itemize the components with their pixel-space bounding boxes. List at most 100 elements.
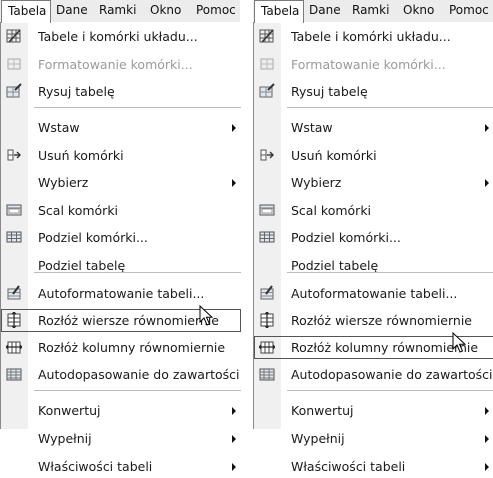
submenu-arrow-icon [232,407,236,415]
menubar-tabela[interactable]: Tabela [1,0,51,23]
autofit-icon [6,366,22,382]
menu-separator [287,107,493,108]
menu-item-label: Wstaw [38,120,80,135]
menu-item-autodopasowanie-do-zawartosci[interactable]: Autodopasowanie do zawartości [254,363,493,386]
menu-item-label: Konwertuj [291,403,354,418]
menu-item-rozloz-wiersze-rownomiernie[interactable]: Rozłóż wiersze równomiernie [254,309,493,332]
draw-table-icon [6,83,22,99]
menu-separator [34,390,241,391]
menu-item-wlasciwosci-tabeli[interactable]: Właściwości tabeli [1,455,241,478]
menu-item-wstaw[interactable]: Wstaw [254,116,493,139]
menu-item-label: Usuń komórki [38,148,124,163]
split-cells-icon [6,229,22,245]
menubar-pomoc[interactable]: Pomoc [196,0,236,21]
cell-format-icon [6,56,22,72]
menu-item-rysuj-tabele[interactable]: Rysuj tabelę [1,80,241,103]
menu-item-rozloz-kolumny-rownomiernie[interactable]: Rozłóż kolumny równomiernie [254,331,493,359]
menu-item-label: Konwertuj [38,403,101,418]
menu-item-formatowanie-komorki: Formatowanie komórki... [254,53,493,76]
menu-item-formatowanie-komorki: Formatowanie komórki... [1,53,241,76]
menu-item-label: Wypełnij [38,431,92,446]
menu-item-wypelnij[interactable]: Wypełnij [254,427,493,450]
mouse-pointer-icon [199,304,214,327]
submenu-arrow-icon [485,124,489,132]
submenu-arrow-icon [485,435,489,443]
menu-item-label: Podziel komórki... [291,230,401,245]
menu-item-label: Wstaw [291,120,333,135]
menu-separator [34,107,241,108]
tabela-dropdown-menu: Tabele i komórki układu... Formatowanie k… [253,22,493,474]
menu-item-tabele-i-komorki-ukladu[interactable]: Tabele i komórki układu... [254,25,493,48]
menu-item-label: Wypełnij [291,431,345,446]
menu-item-label: Autoformatowanie tabeli... [38,286,205,301]
menu-item-label: Rozłóż wiersze równomiernie [38,313,219,328]
menu-item-usun-komorki[interactable]: Usuń komórki [254,144,493,167]
autoformat-icon [259,285,275,301]
menu-item-usun-komorki[interactable]: Usuń komórki [1,144,241,167]
menu-item-rozloz-kolumny-rownomiernie[interactable]: Rozłóż kolumny równomiernie [1,336,241,359]
menu-item-label: Formatowanie komórki... [291,57,446,72]
menu-separator [287,272,493,273]
menu-item-rozloz-wiersze-rownomiernie[interactable]: Rozłóż wiersze równomiernie [1,304,241,332]
menu-item-label: Wybierz [291,175,342,190]
menu-item-label: Tabele i komórki układu... [291,29,451,44]
menu-item-wlasciwosci-tabeli[interactable]: Właściwości tabeli [254,455,493,478]
menu-item-label: Podziel tabelę [38,258,126,273]
menubar-ramki[interactable]: Ramki [352,0,389,21]
menubar-pomoc[interactable]: Pomoc [449,0,489,21]
delete-cells-icon [6,147,22,163]
menu-item-wybierz[interactable]: Wybierz [1,171,241,194]
menu-item-wybierz[interactable]: Wybierz [254,171,493,194]
menu-item-konwertuj[interactable]: Konwertuj [254,399,493,422]
menu-item-label: Właściwości tabeli [38,459,153,474]
menubar-okno[interactable]: Okno [150,0,181,21]
menu-item-label: Rozłóż kolumny równomiernie [291,340,479,355]
menu-item-scal-komorki[interactable]: Scal komórki [254,199,493,222]
menu-item-wypelnij[interactable]: Wypełnij [1,427,241,450]
menu-separator [34,272,241,273]
menu-item-label: Podziel tabelę [291,258,379,273]
distribute-rows-icon [6,311,22,329]
menu-item-label: Właściwości tabeli [291,459,406,474]
menu-item-tabele-i-komorki-ukladu[interactable]: Tabele i komórki układu... [1,25,241,48]
menu-item-konwertuj[interactable]: Konwertuj [1,399,241,422]
menu-bar: Tabela Dane Ramki Okno Pomoc [0,0,240,23]
submenu-arrow-icon [232,463,236,471]
menubar-tabela[interactable]: Tabela [254,0,304,23]
menubar-dane[interactable]: Dane [309,0,341,21]
menu-item-rysuj-tabele[interactable]: Rysuj tabelę [254,80,493,103]
menu-item-podziel-komorki[interactable]: Podziel komórki... [1,226,241,249]
pen-grid-icon [6,28,22,44]
menu-screenshot-left: Tabela Dane Ramki Okno Pomoc Tabele i ko… [0,0,241,474]
menu-item-autoformatowanie-tabeli[interactable]: Autoformatowanie tabeli... [254,282,493,305]
menu-item-label: Rozłóż wiersze równomiernie [291,313,472,328]
submenu-arrow-icon [232,124,236,132]
autoformat-icon [6,285,22,301]
menu-item-label: Scal komórki [38,203,119,218]
menu-item-label: Rozłóż kolumny równomiernie [38,340,226,355]
menu-item-autodopasowanie-do-zawartosci[interactable]: Autodopasowanie do zawartości [1,363,241,386]
menu-screenshot-right: Tabela Dane Ramki Okno Pomoc Tabele i ko… [253,0,493,474]
menu-item-podziel-tabele[interactable]: Podziel tabelę [1,254,241,277]
menubar-dane[interactable]: Dane [56,0,88,21]
merge-cells-icon [6,202,22,218]
submenu-arrow-icon [232,435,236,443]
pen-grid-icon [259,28,275,44]
menu-item-label: Autodopasowanie do zawartości [291,367,493,382]
menu-item-label: Tabele i komórki układu... [38,29,198,44]
menu-item-wstaw[interactable]: Wstaw [1,116,241,139]
menubar-ramki[interactable]: Ramki [99,0,136,21]
menu-item-label: Scal komórki [291,203,372,218]
menu-item-label: Rysuj tabelę [38,84,115,99]
menu-item-podziel-komorki[interactable]: Podziel komórki... [254,226,493,249]
menu-item-scal-komorki[interactable]: Scal komórki [1,199,241,222]
distribute-rows-icon [259,311,275,329]
menu-separator [287,390,493,391]
draw-table-icon [259,83,275,99]
menu-item-label: Autoformatowanie tabeli... [291,286,458,301]
menubar-label: Tabela [261,4,300,18]
menubar-okno[interactable]: Okno [403,0,434,21]
menu-item-podziel-tabele[interactable]: Podziel tabelę [254,254,493,277]
menu-item-autoformatowanie-tabeli[interactable]: Autoformatowanie tabeli... [1,282,241,305]
tabela-dropdown-menu: Tabele i komórki układu... Formatowanie k… [0,22,241,474]
